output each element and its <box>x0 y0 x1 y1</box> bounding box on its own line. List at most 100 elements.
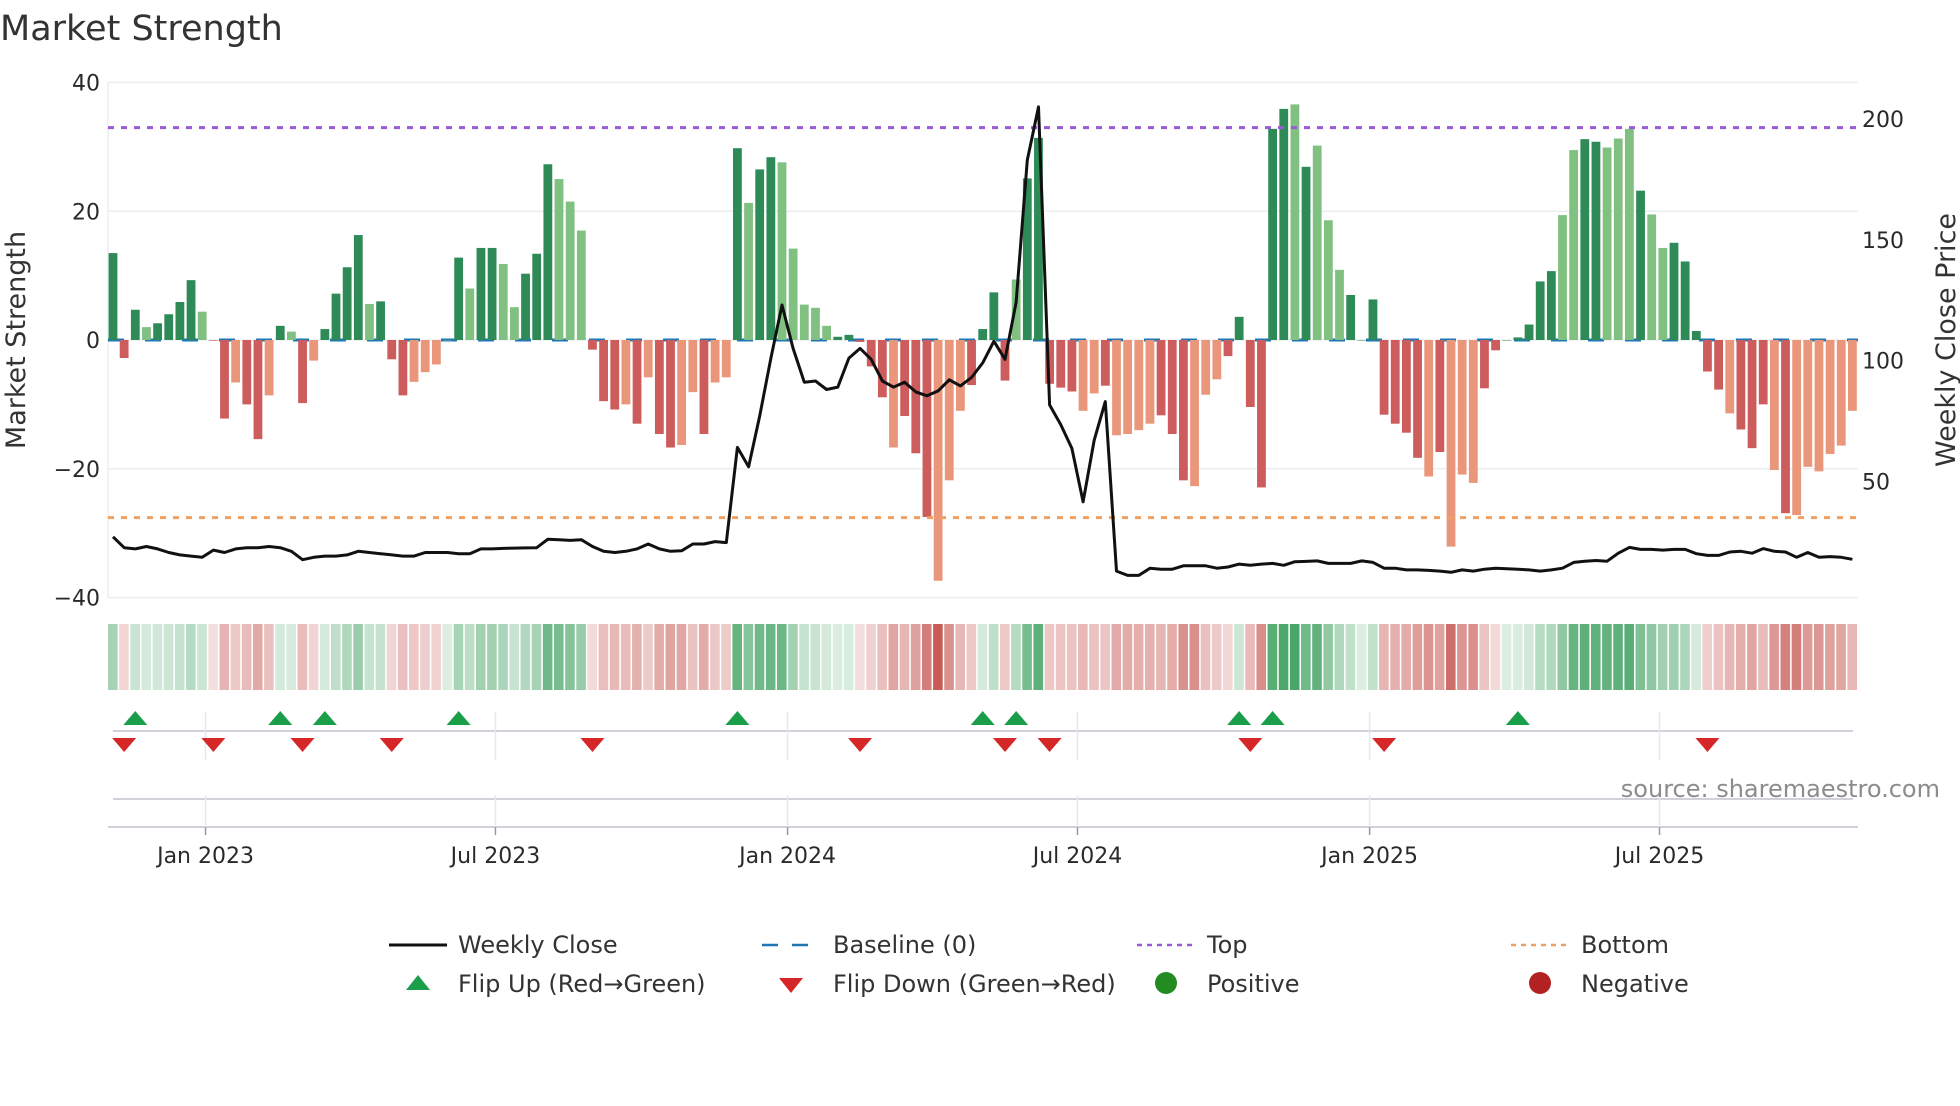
positive-bar <box>142 327 151 340</box>
strip-cell <box>1245 624 1255 690</box>
positive-bar <box>1569 150 1579 340</box>
strip-cell <box>409 624 419 690</box>
positive-bar <box>822 325 831 340</box>
market-strength-chart: Market Strength 40200−20−40 20015010050 … <box>0 9 1960 998</box>
strip-cell <box>1825 624 1835 690</box>
positive-bar <box>465 288 475 340</box>
positive-bar <box>487 247 497 340</box>
negative-bar <box>1089 340 1099 394</box>
strip-cell <box>1033 624 1044 690</box>
strip-cell <box>252 624 263 690</box>
flip-down-marker <box>848 738 873 752</box>
negative-bar <box>264 340 274 396</box>
y-axis-ticks: 40 20 0 −20 −40 <box>54 72 100 612</box>
negative-bar <box>1245 340 1255 407</box>
negative-bar <box>1803 340 1813 467</box>
positive-bar <box>275 325 285 340</box>
negative-bar <box>119 340 129 359</box>
negative-bar <box>1257 340 1266 488</box>
strip-cell <box>275 624 285 690</box>
negative-bar <box>621 340 631 405</box>
strip-cell <box>1791 624 1802 690</box>
positive-bar <box>1279 108 1289 340</box>
strip-cell <box>1501 624 1512 690</box>
strip-cell <box>643 624 653 690</box>
negative-bar <box>956 340 965 411</box>
positive-bar <box>1647 214 1657 340</box>
positive-bar <box>1636 190 1645 340</box>
strip-cell <box>1289 624 1300 690</box>
positive-bar <box>287 331 296 340</box>
positive-bar <box>1368 299 1378 340</box>
strip-cell <box>1412 624 1423 690</box>
x-tick-label: Jul 2024 <box>1031 844 1123 869</box>
strip-cell <box>420 624 430 690</box>
negative-bar <box>900 340 910 416</box>
negative-bar <box>398 340 408 396</box>
negative-bar <box>1123 340 1133 434</box>
negative-bar <box>666 340 675 448</box>
strip-cell <box>1557 624 1568 690</box>
positive-bar <box>1335 269 1344 340</box>
flip-up-marker <box>446 711 471 725</box>
x-tick-label: Jul 2023 <box>449 844 541 869</box>
flip-up-marker <box>1004 711 1029 725</box>
negative-bar <box>654 340 664 434</box>
flip-down-marker <box>1372 738 1397 752</box>
strip-cell <box>966 624 977 690</box>
negative-bar <box>1067 340 1077 392</box>
legend-flip-up-icon <box>406 975 430 990</box>
strip-cell <box>587 624 598 690</box>
negative-bar <box>877 340 887 398</box>
strip-cell <box>1635 624 1646 690</box>
negative-bar <box>409 340 419 382</box>
negative-bar <box>1179 340 1188 481</box>
strip-cell <box>1089 624 1099 690</box>
x-axis-ticks: Jan 2023 Jul 2023 Jan 2024 Jul 2024 Jan 2025… <box>155 827 1704 869</box>
flip-up-marker <box>123 711 148 725</box>
strip-cell <box>1669 624 1679 690</box>
positive-bar <box>443 340 452 341</box>
negative-bar <box>1714 340 1723 390</box>
flip-down-marker <box>1037 738 1062 752</box>
strip-cell <box>1847 624 1857 690</box>
strip-cell <box>654 624 664 690</box>
y2-tick-label: 100 <box>1862 350 1904 375</box>
strip-cell <box>487 624 497 690</box>
strip-cell <box>152 624 163 690</box>
strip-cell <box>799 624 809 690</box>
positive-bar <box>733 148 742 340</box>
negative-bar <box>1201 340 1211 395</box>
negative-bar <box>1212 340 1222 380</box>
positive-bar <box>755 169 765 340</box>
strip-cell <box>933 624 943 690</box>
negative-bar <box>1156 340 1166 416</box>
strip-cell <box>821 624 832 690</box>
negative-bar <box>1145 340 1155 424</box>
positive-bar <box>498 264 508 340</box>
strip-cell <box>286 624 296 690</box>
strip-cell <box>576 624 586 690</box>
negative-bar <box>1725 340 1735 414</box>
flip-up-marker <box>312 711 337 725</box>
negative-bar <box>1736 340 1746 430</box>
strip-cell <box>386 624 397 690</box>
strip-cell <box>710 624 720 690</box>
strip-cell <box>186 624 196 690</box>
negative-bar <box>1491 340 1500 351</box>
strip-cell <box>475 624 486 690</box>
positive-bar <box>532 253 542 340</box>
legend-label-flip-up: Flip Up (Red→Green) <box>458 970 706 998</box>
negative-bar <box>1792 340 1802 516</box>
strip-cell <box>1356 624 1367 690</box>
negative-bar <box>1379 340 1389 415</box>
positive-bar <box>1546 271 1556 340</box>
strip-cell <box>598 624 609 690</box>
strip-cell <box>1579 624 1590 690</box>
y-tick-label: −40 <box>54 587 100 612</box>
negative-bar <box>231 340 241 383</box>
strip-cell <box>1323 624 1333 690</box>
positive-bar <box>153 323 162 340</box>
positive-bar <box>1691 330 1701 340</box>
positive-bar <box>543 164 553 340</box>
